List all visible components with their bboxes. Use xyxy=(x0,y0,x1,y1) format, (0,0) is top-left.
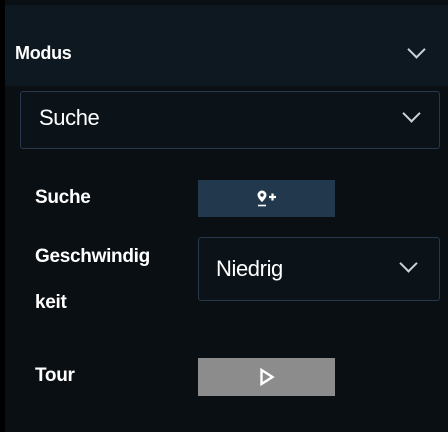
search-button[interactable] xyxy=(198,180,335,217)
tour-label: Tour xyxy=(35,365,75,386)
mode-select[interactable]: Suche xyxy=(20,91,440,149)
chevron-down-icon[interactable] xyxy=(407,40,426,59)
section-header-modus[interactable]: Modus xyxy=(5,5,448,86)
mode-panel: Modus Suche Suche Geschwindig keit Niedr… xyxy=(5,0,448,432)
speed-select[interactable]: Niedrig xyxy=(198,237,440,301)
play-icon xyxy=(259,368,275,386)
speed-select-value: Niedrig xyxy=(216,256,283,281)
add-location-pin-icon xyxy=(257,190,276,206)
section-title: Modus xyxy=(15,43,72,63)
chevron-down-icon xyxy=(402,104,421,123)
mode-select-value: Suche xyxy=(39,105,100,130)
tour-play-button[interactable] xyxy=(198,358,335,396)
speed-label-line1: Geschwindig xyxy=(35,246,150,267)
search-label: Suche xyxy=(35,187,91,208)
chevron-down-icon xyxy=(399,254,418,273)
speed-label-line2: keit xyxy=(35,292,67,313)
